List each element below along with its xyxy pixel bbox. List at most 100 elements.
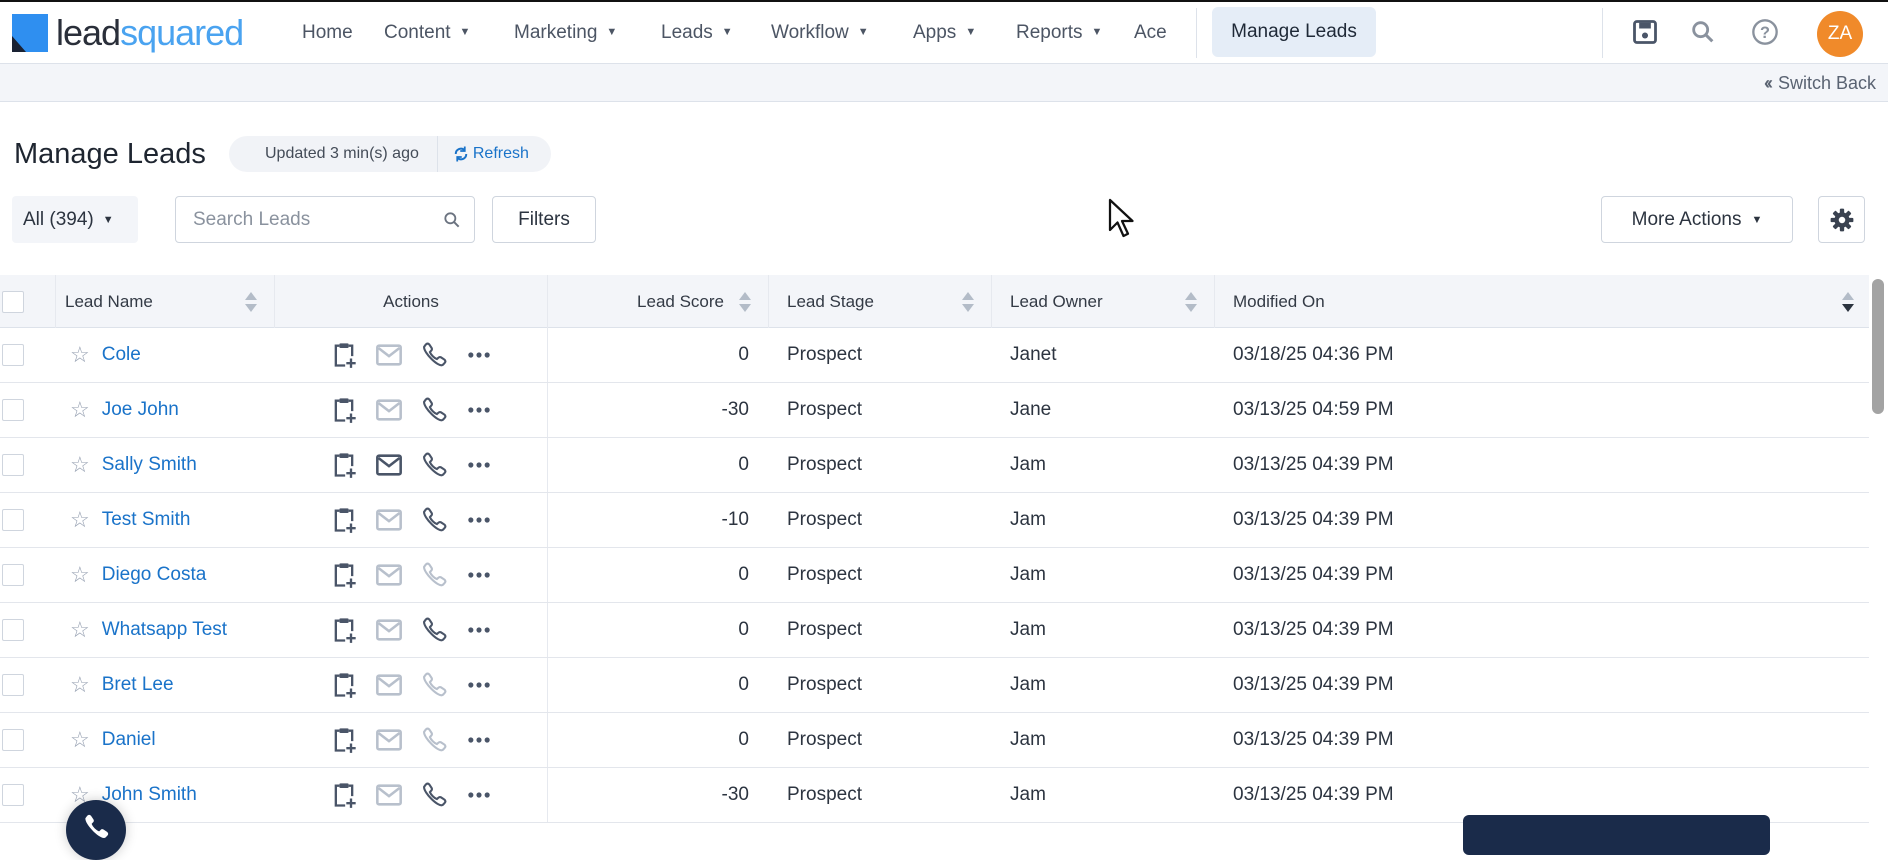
more-options-icon[interactable] xyxy=(465,561,493,589)
header-lead-owner[interactable]: Lead Owner xyxy=(992,275,1215,328)
row-checkbox[interactable] xyxy=(2,729,24,751)
lead-name-link[interactable]: Sally Smith xyxy=(102,454,197,476)
email-icon[interactable] xyxy=(375,781,403,809)
row-checkbox[interactable] xyxy=(2,509,24,531)
nav-manage-leads[interactable]: Manage Leads xyxy=(1212,7,1376,57)
row-checkbox[interactable] xyxy=(2,399,24,421)
sort-icon[interactable] xyxy=(1184,291,1198,313)
add-task-icon[interactable] xyxy=(330,671,358,699)
header-modified-on[interactable]: Modified On xyxy=(1215,275,1869,328)
settings-button[interactable] xyxy=(1818,196,1865,243)
switch-back-link[interactable]: ‹‹ Switch Back xyxy=(1764,73,1876,94)
search-icon[interactable] xyxy=(1689,18,1717,46)
star-icon[interactable]: ☆ xyxy=(70,727,90,753)
lead-name-link[interactable]: Daniel xyxy=(102,729,156,751)
sort-icon[interactable] xyxy=(961,291,975,313)
refresh-button[interactable]: Refresh xyxy=(438,144,529,164)
phone-icon[interactable] xyxy=(420,561,448,589)
sort-icon[interactable] xyxy=(738,291,752,313)
nav-marketing[interactable]: Marketing ▼ xyxy=(514,22,617,44)
row-checkbox[interactable] xyxy=(2,454,24,476)
more-options-icon[interactable] xyxy=(465,341,493,369)
nav-apps[interactable]: Apps ▼ xyxy=(913,22,976,44)
add-task-icon[interactable] xyxy=(330,451,358,479)
more-options-icon[interactable] xyxy=(465,781,493,809)
lead-name-link[interactable]: Diego Costa xyxy=(102,564,207,586)
search-leads-input[interactable] xyxy=(193,208,423,231)
lead-name-link[interactable]: Cole xyxy=(102,344,141,366)
phone-icon[interactable] xyxy=(420,451,448,479)
more-options-icon[interactable] xyxy=(465,671,493,699)
nav-ace[interactable]: Ace xyxy=(1134,22,1167,44)
lead-name-link[interactable]: Joe John xyxy=(102,399,179,421)
email-icon[interactable] xyxy=(375,671,403,699)
nav-reports[interactable]: Reports ▼ xyxy=(1016,22,1102,44)
lead-name-link[interactable]: Bret Lee xyxy=(102,674,174,696)
more-options-icon[interactable] xyxy=(465,616,493,644)
email-icon[interactable] xyxy=(375,451,403,479)
more-options-icon[interactable] xyxy=(465,726,493,754)
add-task-icon[interactable] xyxy=(330,341,358,369)
table-row: ☆ Bret Lee 0 Prospect Jam 03/13/25 04:39 … xyxy=(0,658,1869,713)
row-checkbox[interactable] xyxy=(2,564,24,586)
row-checkbox[interactable] xyxy=(2,344,24,366)
sort-icon[interactable] xyxy=(244,291,258,313)
user-avatar[interactable]: ZA xyxy=(1817,11,1863,57)
phone-icon[interactable] xyxy=(420,781,448,809)
scrollbar-thumb[interactable] xyxy=(1872,279,1884,414)
add-task-icon[interactable] xyxy=(330,506,358,534)
lead-name-link[interactable]: Test Smith xyxy=(102,509,191,531)
add-task-icon[interactable] xyxy=(330,396,358,424)
phone-icon[interactable] xyxy=(420,396,448,424)
email-icon[interactable] xyxy=(375,726,403,754)
row-checkbox[interactable] xyxy=(2,784,24,806)
add-task-icon[interactable] xyxy=(330,616,358,644)
nav-workflow[interactable]: Workflow ▼ xyxy=(771,22,869,44)
phone-icon[interactable] xyxy=(420,726,448,754)
phone-icon[interactable] xyxy=(420,341,448,369)
nav-content[interactable]: Content ▼ xyxy=(384,22,470,44)
more-actions-button[interactable]: More Actions ▼ xyxy=(1601,196,1793,243)
add-task-icon[interactable] xyxy=(330,726,358,754)
add-task-icon[interactable] xyxy=(330,781,358,809)
nav-home[interactable]: Home xyxy=(302,22,353,44)
more-options-icon[interactable] xyxy=(465,396,493,424)
row-checkbox[interactable] xyxy=(2,619,24,641)
star-icon[interactable]: ☆ xyxy=(70,672,90,698)
lead-view-dropdown[interactable]: All (394) ▼ xyxy=(12,196,138,243)
more-options-icon[interactable] xyxy=(465,506,493,534)
email-icon[interactable] xyxy=(375,396,403,424)
table-scrollbar[interactable] xyxy=(1869,275,1888,836)
star-icon[interactable]: ☆ xyxy=(70,507,90,533)
modified-on-cell: 03/13/25 04:39 PM xyxy=(1233,784,1394,805)
save-icon[interactable] xyxy=(1631,18,1659,46)
header-lead-stage[interactable]: Lead Stage xyxy=(769,275,992,328)
leadsquared-logo[interactable]: leadsquared xyxy=(12,12,244,54)
header-lead-name[interactable]: Lead Name xyxy=(56,275,275,328)
filters-button[interactable]: Filters xyxy=(492,196,596,243)
select-all-checkbox[interactable] xyxy=(2,290,24,313)
more-options-icon[interactable] xyxy=(465,451,493,479)
star-icon[interactable]: ☆ xyxy=(70,562,90,588)
phone-icon[interactable] xyxy=(420,506,448,534)
email-icon[interactable] xyxy=(375,561,403,589)
search-icon[interactable] xyxy=(442,210,462,230)
star-icon[interactable]: ☆ xyxy=(70,397,90,423)
star-icon[interactable]: ☆ xyxy=(70,342,90,368)
lead-name-link[interactable]: Whatsapp Test xyxy=(102,619,227,641)
row-checkbox[interactable] xyxy=(2,674,24,696)
header-lead-score[interactable]: Lead Score xyxy=(548,275,769,328)
floating-call-button[interactable] xyxy=(66,800,126,860)
phone-icon[interactable] xyxy=(420,616,448,644)
lead-name-link[interactable]: John Smith xyxy=(102,784,197,806)
email-icon[interactable] xyxy=(375,506,403,534)
help-icon[interactable]: ? xyxy=(1751,18,1779,46)
email-icon[interactable] xyxy=(375,341,403,369)
add-task-icon[interactable] xyxy=(330,561,358,589)
nav-leads[interactable]: Leads ▼ xyxy=(661,22,733,44)
star-icon[interactable]: ☆ xyxy=(70,452,90,478)
sort-desc-icon[interactable] xyxy=(1841,291,1855,313)
star-icon[interactable]: ☆ xyxy=(70,617,90,643)
email-icon[interactable] xyxy=(375,616,403,644)
phone-icon[interactable] xyxy=(420,671,448,699)
